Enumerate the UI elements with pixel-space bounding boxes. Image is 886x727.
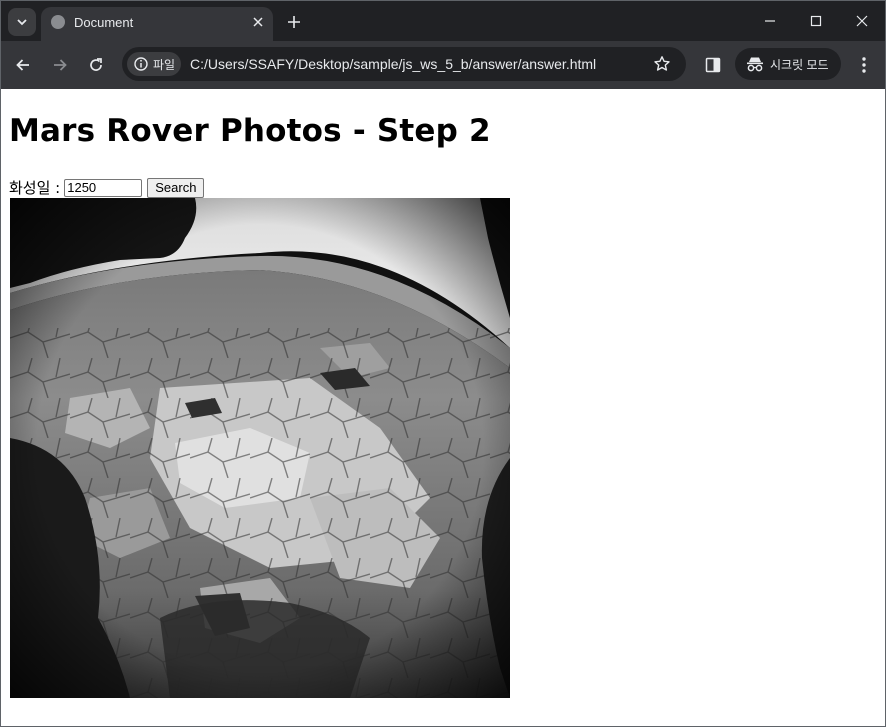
tab-document[interactable]: Document [41, 7, 273, 41]
minimize-button[interactable] [747, 1, 793, 41]
globe-icon [51, 15, 65, 29]
close-icon [253, 17, 263, 27]
sol-search-form: 화성일 : Search [9, 177, 205, 198]
more-vert-icon [862, 57, 866, 73]
close-icon [856, 15, 868, 27]
sol-label: 화성일 : [9, 179, 61, 197]
incognito-icon [747, 57, 763, 72]
search-button[interactable]: Search [147, 177, 205, 198]
incognito-indicator[interactable]: 시크릿 모드 [735, 48, 841, 80]
arrow-left-icon [16, 59, 29, 71]
sol-input[interactable] [64, 178, 143, 197]
page-content: Mars Rover Photos - Step 2 화성일 : Search [1, 89, 885, 726]
info-icon [134, 57, 148, 71]
page-title: Mars Rover Photos - Step 2 [9, 113, 491, 149]
site-chip-label: 파일 [153, 58, 176, 72]
url-text[interactable]: C:/Users/SSAFY/Desktop/sample/js_ws_5_b/… [190, 56, 596, 72]
reload-icon [90, 58, 102, 71]
mars-rover-photo [10, 198, 510, 698]
star-icon [654, 56, 670, 71]
reload-button[interactable] [84, 53, 108, 77]
arrow-right-icon [54, 59, 67, 71]
plus-icon [288, 16, 300, 28]
maximize-button[interactable] [793, 1, 839, 41]
forward-button[interactable] [48, 53, 72, 77]
tab-close-button[interactable] [249, 13, 267, 31]
side-panel-button[interactable] [701, 53, 725, 77]
back-button[interactable] [11, 53, 35, 77]
side-panel-icon [705, 57, 721, 73]
window-close-button[interactable] [839, 1, 885, 41]
chevron-down-icon [17, 19, 27, 26]
site-info-chip[interactable]: 파일 [127, 52, 181, 76]
browser-toolbar: 파일 C:/Users/SSAFY/Desktop/sample/js_ws_5… [1, 41, 885, 89]
browser-window: Document 파일 C:/Users/SSAFY/Desktop/sampl… [0, 0, 886, 727]
address-bar[interactable]: 파일 C:/Users/SSAFY/Desktop/sample/js_ws_5… [122, 47, 686, 81]
tab-strip: Document [1, 1, 885, 41]
new-tab-button[interactable] [283, 11, 305, 33]
tab-title: Document [74, 15, 134, 30]
bookmark-button[interactable] [652, 54, 672, 74]
browser-menu-button[interactable] [853, 53, 875, 77]
minimize-icon [765, 20, 775, 22]
maximize-icon [810, 15, 822, 27]
incognito-label: 시크릿 모드 [770, 58, 829, 72]
tab-search-button[interactable] [8, 8, 36, 36]
